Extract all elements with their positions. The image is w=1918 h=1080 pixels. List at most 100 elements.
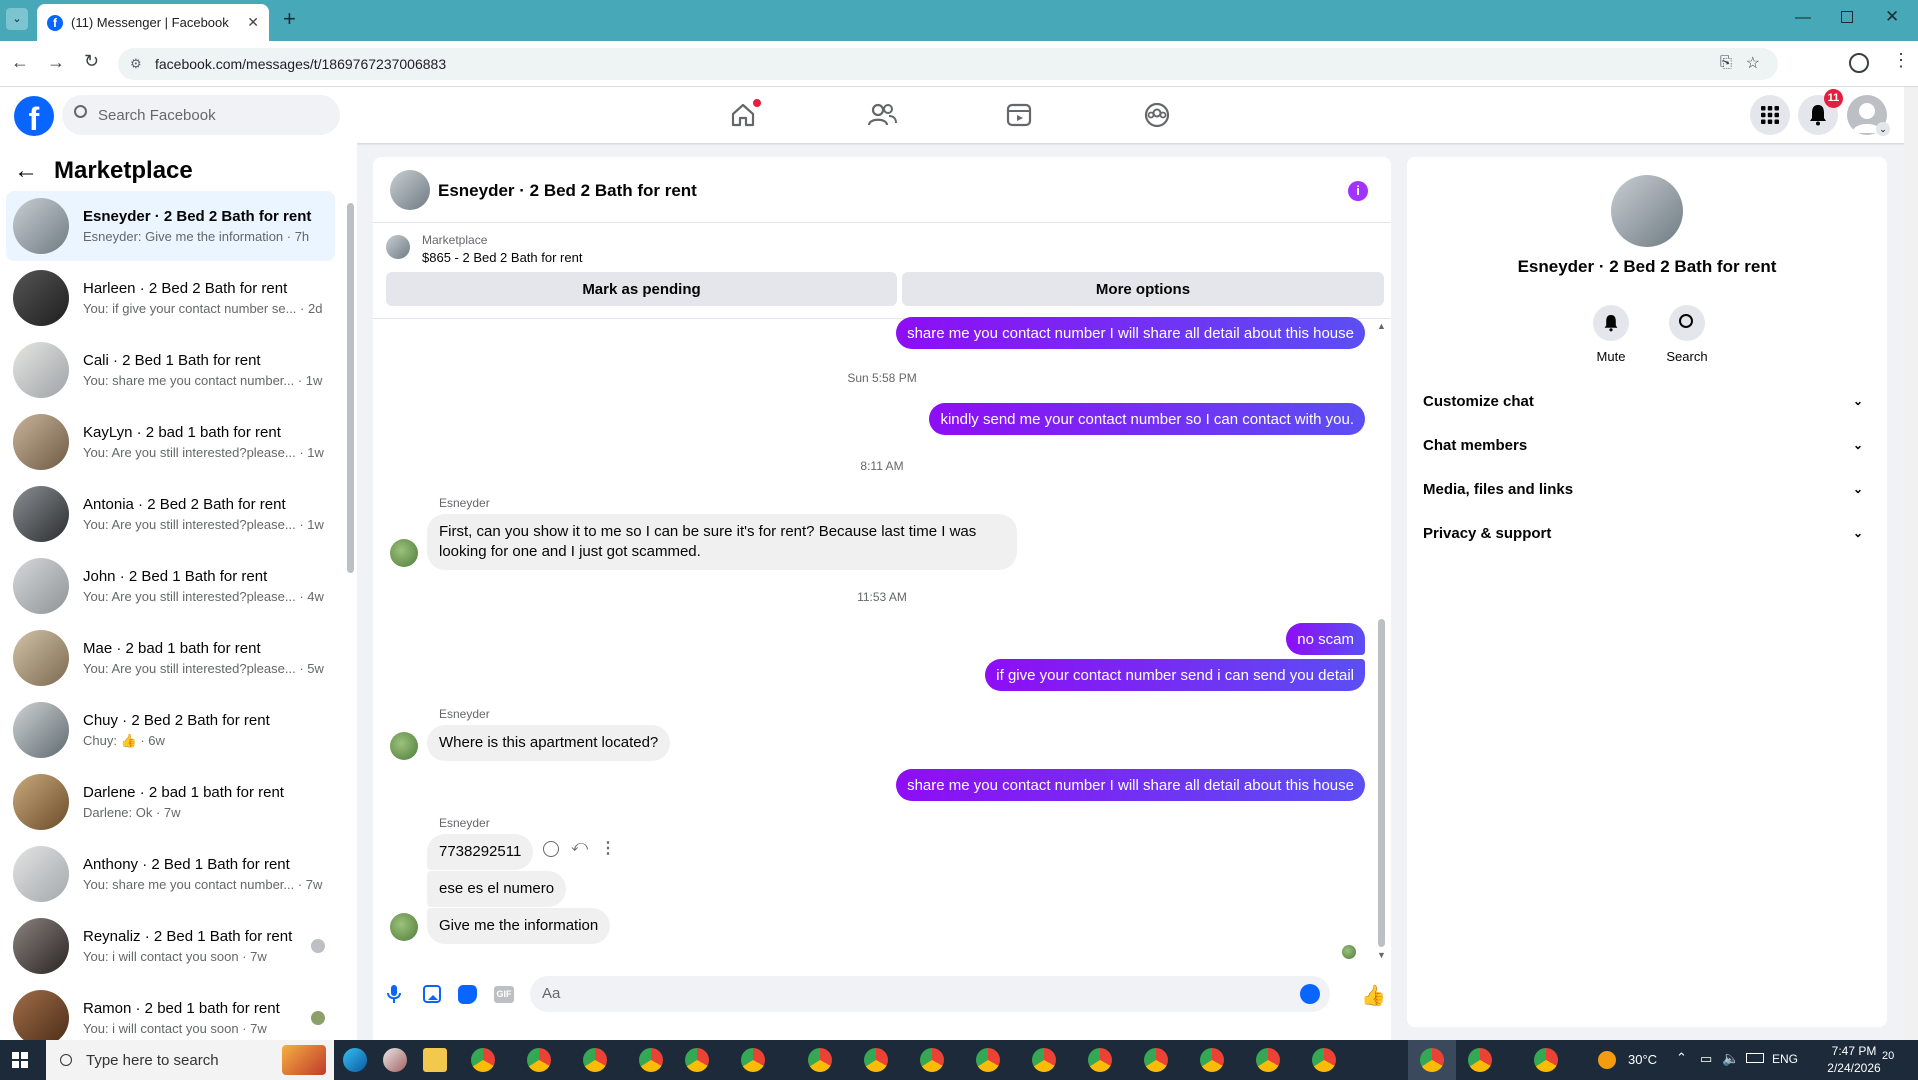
input-language[interactable]: ENG bbox=[1772, 1052, 1798, 1066]
outgoing-message[interactable]: share me you contact number I will share… bbox=[896, 769, 1365, 801]
action-center-button[interactable]: 20 bbox=[1882, 1050, 1894, 1062]
conversation-item[interactable]: Harleen · 2 Bed 2 Bath for rent You: if g… bbox=[6, 263, 335, 333]
nav-home[interactable] bbox=[729, 99, 761, 129]
chat-avatar[interactable] bbox=[390, 170, 430, 210]
chrome-icon[interactable] bbox=[685, 1048, 709, 1072]
incoming-message[interactable]: Give me the information bbox=[427, 908, 611, 944]
weather-temp[interactable]: 30°C bbox=[1628, 1052, 1657, 1067]
incoming-message[interactable]: ese es el numero bbox=[427, 871, 567, 907]
chrome-icon[interactable] bbox=[864, 1048, 888, 1072]
conversation-item[interactable]: Reynaliz · 2 Bed 1 Bath for rent You: i w… bbox=[6, 911, 335, 981]
conversation-item-active[interactable]: Esneyder · 2 Bed 2 Bath for rent Esneyder… bbox=[6, 191, 335, 261]
active-chrome-window[interactable] bbox=[1408, 1040, 1456, 1080]
minimize-window-button[interactable]: — bbox=[1795, 9, 1811, 27]
conversation-item[interactable]: Darlene · 2 bad 1 bath for rent Darlene: … bbox=[6, 767, 335, 837]
new-tab-button[interactable]: + bbox=[283, 8, 296, 30]
chrome-icon[interactable] bbox=[1534, 1048, 1558, 1072]
sidebar-scrollbar[interactable] bbox=[347, 203, 354, 573]
chat-title[interactable]: Esneyder · 2 Bed 2 Bath for rent bbox=[438, 181, 697, 201]
volume-icon[interactable]: 🔈 bbox=[1722, 1050, 1739, 1067]
search-in-conversation-button[interactable]: Search bbox=[1659, 305, 1715, 364]
sender-avatar[interactable] bbox=[390, 732, 418, 760]
network-icon[interactable]: ▭ bbox=[1700, 1051, 1712, 1067]
mute-button[interactable]: Mute bbox=[1591, 305, 1631, 364]
nav-friends[interactable] bbox=[867, 101, 897, 129]
photo-icon[interactable] bbox=[423, 985, 441, 1003]
outgoing-message[interactable]: kindly send me your contact number so I … bbox=[929, 403, 1365, 435]
chrome-icon[interactable] bbox=[1312, 1048, 1336, 1072]
chat-scroll-up-icon[interactable]: ▲ bbox=[1377, 321, 1386, 331]
edge-icon[interactable] bbox=[343, 1048, 367, 1072]
nav-video[interactable] bbox=[1005, 101, 1033, 129]
tab-list-button[interactable]: ⌄ bbox=[6, 8, 28, 30]
conversation-item[interactable]: Ramon · 2 bed 1 bath for rent You: i will… bbox=[6, 983, 335, 1040]
system-tray-chevron-icon[interactable]: ⌃ bbox=[1676, 1050, 1687, 1066]
gif-icon[interactable]: GIF bbox=[494, 986, 514, 1003]
conversation-item[interactable]: John · 2 Bed 1 Bath for rent You: Are you… bbox=[6, 551, 335, 621]
app-icon[interactable] bbox=[383, 1048, 407, 1072]
file-explorer-icon[interactable] bbox=[423, 1048, 447, 1072]
reply-icon[interactable]: ⤺ bbox=[571, 838, 588, 856]
browser-menu-icon[interactable]: ⋮ bbox=[1892, 50, 1910, 71]
forward-icon[interactable]: → bbox=[47, 52, 65, 73]
message-more-icon[interactable]: ⋮ bbox=[600, 838, 616, 858]
conversation-item[interactable]: Mae · 2 bad 1 bath for rent You: Are you … bbox=[6, 623, 335, 693]
message-input[interactable]: Aa bbox=[530, 976, 1330, 1012]
conversation-item[interactable]: KayLyn · 2 bad 1 bath for rent You: Are y… bbox=[6, 407, 335, 477]
incoming-message[interactable]: Where is this apartment located? bbox=[427, 725, 671, 761]
chat-members-section[interactable]: Chat members ⌄ bbox=[1423, 423, 1871, 467]
chat-scroll-down-icon[interactable]: ▼ bbox=[1377, 950, 1386, 960]
sender-avatar[interactable] bbox=[390, 539, 418, 567]
outgoing-message[interactable]: if give your contact number send i can s… bbox=[985, 659, 1365, 691]
sender-avatar[interactable] bbox=[390, 913, 418, 941]
react-emoji-icon[interactable] bbox=[543, 841, 559, 857]
incoming-message[interactable]: First, can you show it to me so I can be… bbox=[427, 514, 1017, 570]
thumbs-up-icon[interactable]: 👍 bbox=[1361, 983, 1386, 1008]
chrome-icon[interactable] bbox=[808, 1048, 832, 1072]
nav-groups[interactable] bbox=[1143, 101, 1171, 129]
close-tab-icon[interactable]: ✕ bbox=[247, 14, 259, 31]
sticker-icon[interactable] bbox=[458, 985, 477, 1004]
chrome-icon[interactable] bbox=[1256, 1048, 1280, 1072]
customize-chat-section[interactable]: Customize chat ⌄ bbox=[1423, 379, 1871, 423]
emoji-icon[interactable] bbox=[1300, 984, 1320, 1004]
conversation-item[interactable]: Antonia · 2 Bed 2 Bath for rent You: Are … bbox=[6, 479, 335, 549]
chrome-icon[interactable] bbox=[741, 1048, 765, 1072]
address-bar[interactable]: ⚙ facebook.com/messages/t/18697672370068… bbox=[118, 48, 1778, 80]
facebook-logo[interactable]: f bbox=[14, 96, 54, 136]
notifications-button[interactable]: 11 bbox=[1798, 89, 1843, 135]
start-button[interactable] bbox=[12, 1052, 28, 1068]
bookmark-star-icon[interactable]: ☆ bbox=[1746, 53, 1760, 73]
chat-scrollbar[interactable] bbox=[1378, 619, 1385, 947]
listing-title[interactable]: $865 - 2 Bed 2 Bath for rent bbox=[422, 250, 582, 265]
outgoing-message[interactable]: no scam bbox=[1286, 623, 1365, 655]
mark-as-pending-button[interactable]: Mark as pending bbox=[386, 272, 897, 306]
site-info-icon[interactable]: ⚙ bbox=[130, 56, 142, 72]
install-app-icon[interactable]: ⎘ bbox=[1720, 54, 1732, 71]
privacy-support-section[interactable]: Privacy & support ⌄ bbox=[1423, 511, 1871, 555]
chrome-icon[interactable] bbox=[1468, 1048, 1492, 1072]
facebook-search-input[interactable]: Search Facebook bbox=[62, 95, 340, 135]
media-files-links-section[interactable]: Media, files and links ⌄ bbox=[1423, 467, 1871, 511]
back-icon[interactable]: ← bbox=[11, 52, 29, 73]
chrome-icon[interactable] bbox=[1144, 1048, 1168, 1072]
more-options-button[interactable]: More options bbox=[902, 272, 1384, 306]
incoming-message[interactable]: 7738292511 bbox=[427, 834, 534, 870]
chrome-icon[interactable] bbox=[1032, 1048, 1056, 1072]
conversation-item[interactable]: Anthony · 2 Bed 1 Bath for rent You: shar… bbox=[6, 839, 335, 909]
weather-icon[interactable] bbox=[1598, 1051, 1616, 1069]
chrome-icon[interactable] bbox=[639, 1048, 663, 1072]
chrome-icon[interactable] bbox=[976, 1048, 1000, 1072]
chrome-icon[interactable] bbox=[1200, 1048, 1224, 1072]
clock-date[interactable]: 2/24/2026 bbox=[1814, 1061, 1894, 1075]
conversation-item[interactable]: Chuy · 2 Bed 2 Bath for rent Chuy: 👍 · 6w bbox=[6, 695, 335, 765]
menu-button[interactable] bbox=[1750, 95, 1790, 135]
account-chevron-icon[interactable]: ⌄ bbox=[1876, 122, 1890, 136]
back-arrow-icon[interactable]: ← bbox=[14, 157, 38, 185]
microphone-icon[interactable] bbox=[387, 984, 401, 1004]
conversation-info-icon[interactable]: i bbox=[1348, 181, 1368, 201]
listing-thumbnail-small[interactable] bbox=[386, 235, 410, 259]
info-avatar[interactable] bbox=[1611, 175, 1683, 247]
chrome-icon[interactable] bbox=[1088, 1048, 1112, 1072]
chrome-icon[interactable] bbox=[471, 1048, 495, 1072]
